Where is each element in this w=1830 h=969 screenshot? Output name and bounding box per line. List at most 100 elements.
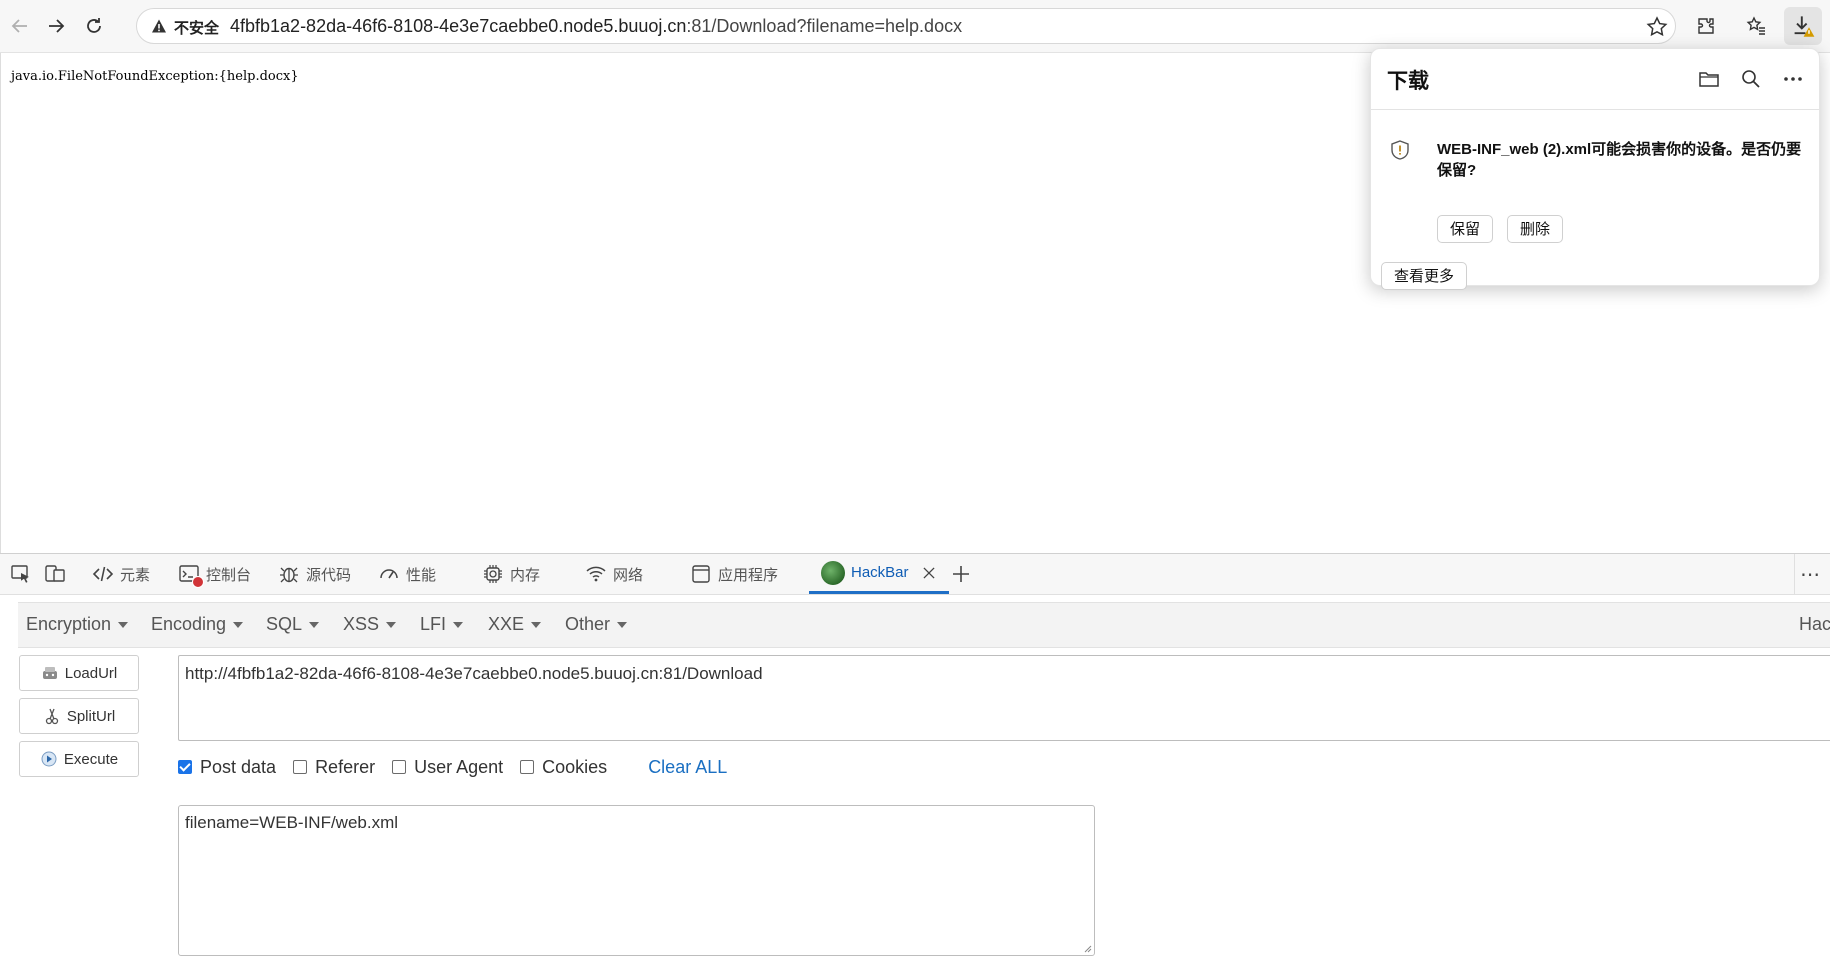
post-data-value: filename=WEB-INF/web.xml [185, 813, 399, 832]
option-label: Cookies [542, 756, 608, 777]
button-label: LoadUrl [64, 664, 118, 682]
menu-hackbar-overflow[interactable]: Hac [1799, 614, 1830, 635]
caret-down-icon [233, 622, 244, 629]
error-badge-icon [192, 576, 204, 588]
menu-label: XSS [343, 614, 380, 634]
divider [1794, 554, 1795, 594]
downloads-button[interactable] [1784, 7, 1822, 45]
chip-icon [484, 565, 502, 583]
menu-label: Encoding [151, 614, 227, 634]
referer-checkbox[interactable] [293, 760, 308, 774]
shield-warning-icon [1391, 140, 1409, 160]
caret-down-icon [118, 622, 129, 629]
resize-handle-icon[interactable] [1082, 943, 1092, 953]
request-options: Post data Referer User Agent Cookies Cle… [178, 754, 727, 780]
user-agent-option[interactable]: User Agent [392, 757, 503, 778]
gauge-icon [380, 569, 398, 579]
tab-memory[interactable]: 内存 [482, 554, 540, 594]
caret-down-icon [453, 622, 464, 629]
code-icon [92, 566, 114, 582]
refresh-icon [87, 18, 101, 33]
menu-xss[interactable]: XSS [343, 614, 397, 635]
menu-label: XXE [488, 614, 525, 634]
tab-label: 内存 [510, 566, 541, 584]
delete-button[interactable]: 删除 [1507, 215, 1564, 243]
post-data-checkbox[interactable] [178, 760, 192, 774]
menu-sql[interactable]: SQL [266, 614, 320, 635]
arrow-right-icon [49, 19, 65, 33]
caret-down-icon [617, 622, 628, 629]
inspect-element-icon[interactable] [10, 563, 32, 585]
load-url-button[interactable]: LoadUrl [19, 655, 139, 691]
tab-label: 元素 [120, 566, 151, 584]
post-data-option[interactable]: Post data [178, 757, 276, 778]
tab-elements[interactable]: 元素 [92, 554, 150, 594]
more-options-icon[interactable]: ⋯ [1800, 562, 1820, 587]
url-path: :81/Download?filename=help.docx [686, 16, 963, 36]
address-bar[interactable]: 不安全 4fbfb1a2-82da-46f6-8108-4e3e7caebbe0… [136, 8, 1676, 44]
tab-hackbar[interactable]: HackBar [809, 554, 949, 594]
play-icon [41, 751, 57, 767]
cookies-checkbox[interactable] [520, 760, 535, 774]
caret-down-icon [531, 622, 542, 629]
exception-text: java.io.FileNotFoundException:{help.docx… [11, 69, 299, 84]
download-warning-message: WEB-INF_web (2).xml可能会损害你的设备。是否仍要保留? [1437, 141, 1802, 179]
favorite-star-icon[interactable] [1645, 15, 1669, 39]
cookies-option[interactable]: Cookies [520, 757, 607, 778]
back-button[interactable] [4, 10, 36, 42]
hackbar-logo-icon [821, 560, 845, 585]
clear-all-link[interactable]: Clear ALL [648, 757, 727, 778]
downloads-title: 下载 [1387, 70, 1429, 93]
tab-label: 应用程序 [718, 566, 779, 584]
scissors-icon [45, 708, 58, 725]
tab-sources[interactable]: 源代码 [278, 554, 351, 594]
tab-label: 性能 [406, 566, 437, 584]
add-tab-icon[interactable] [950, 563, 972, 585]
menu-xxe[interactable]: XXE [488, 614, 542, 635]
menu-label: LFI [420, 614, 447, 634]
load-url-icon [42, 667, 57, 679]
option-label: User Agent [414, 756, 504, 777]
menu-lfi[interactable]: LFI [420, 614, 464, 635]
url-text[interactable]: 4fbfb1a2-82da-46f6-8108-4e3e7caebbe0.nod… [230, 16, 962, 37]
open-folder-icon[interactable] [1695, 65, 1723, 93]
favorites-button[interactable] [1740, 10, 1772, 42]
referer-option[interactable]: Referer [293, 757, 375, 778]
menu-label: SQL [266, 614, 303, 634]
menu-other[interactable]: Other [565, 614, 628, 635]
post-data-textarea[interactable]: filename=WEB-INF/web.xml [178, 805, 1095, 956]
user-agent-checkbox[interactable] [392, 760, 407, 774]
tab-label: 网络 [613, 566, 644, 584]
split-url-button[interactable]: SplitUrl [19, 698, 139, 734]
menu-label: Encryption [26, 614, 112, 634]
caret-down-icon [309, 622, 320, 629]
url-textarea[interactable]: http://4fbfb1a2-82da-46f6-8108-4e3e7caeb… [178, 655, 1830, 741]
tab-performance[interactable]: 性能 [378, 554, 436, 594]
divider [1371, 109, 1819, 110]
extensions-button[interactable] [1690, 10, 1722, 42]
see-more-button[interactable]: 查看更多 [1381, 262, 1468, 290]
execute-button[interactable]: Execute [19, 741, 139, 777]
favorites-list-icon [1746, 16, 1765, 35]
url-host: 4fbfb1a2-82da-46f6-8108-4e3e7caebbe0.nod… [230, 16, 687, 36]
tab-label: 控制台 [206, 566, 252, 584]
tab-console[interactable]: 控制台 [178, 554, 251, 594]
tab-application[interactable]: 应用程序 [690, 554, 778, 594]
tab-network[interactable]: 网络 [585, 554, 643, 594]
arrow-left-icon [11, 19, 27, 33]
security-label[interactable]: 不安全 [174, 17, 219, 38]
menu-encryption[interactable]: Encryption [26, 614, 129, 635]
close-icon[interactable] [921, 565, 937, 581]
puzzle-icon [1698, 18, 1714, 34]
downloads-flyout: 下载 WEB-INF_web (2).xml可能会损害你的设备。是否仍要保留? … [1370, 48, 1820, 290]
keep-button[interactable]: 保留 [1437, 215, 1494, 243]
more-options-icon[interactable] [1779, 65, 1807, 93]
menu-encoding[interactable]: Encoding [151, 614, 244, 635]
refresh-button[interactable] [78, 10, 110, 42]
download-warning-icon [1794, 16, 1815, 37]
search-icon[interactable] [1737, 65, 1765, 93]
device-emulation-icon[interactable] [44, 563, 66, 585]
forward-button[interactable] [40, 10, 72, 42]
bug-icon [280, 567, 298, 583]
warning-icon [152, 19, 166, 33]
